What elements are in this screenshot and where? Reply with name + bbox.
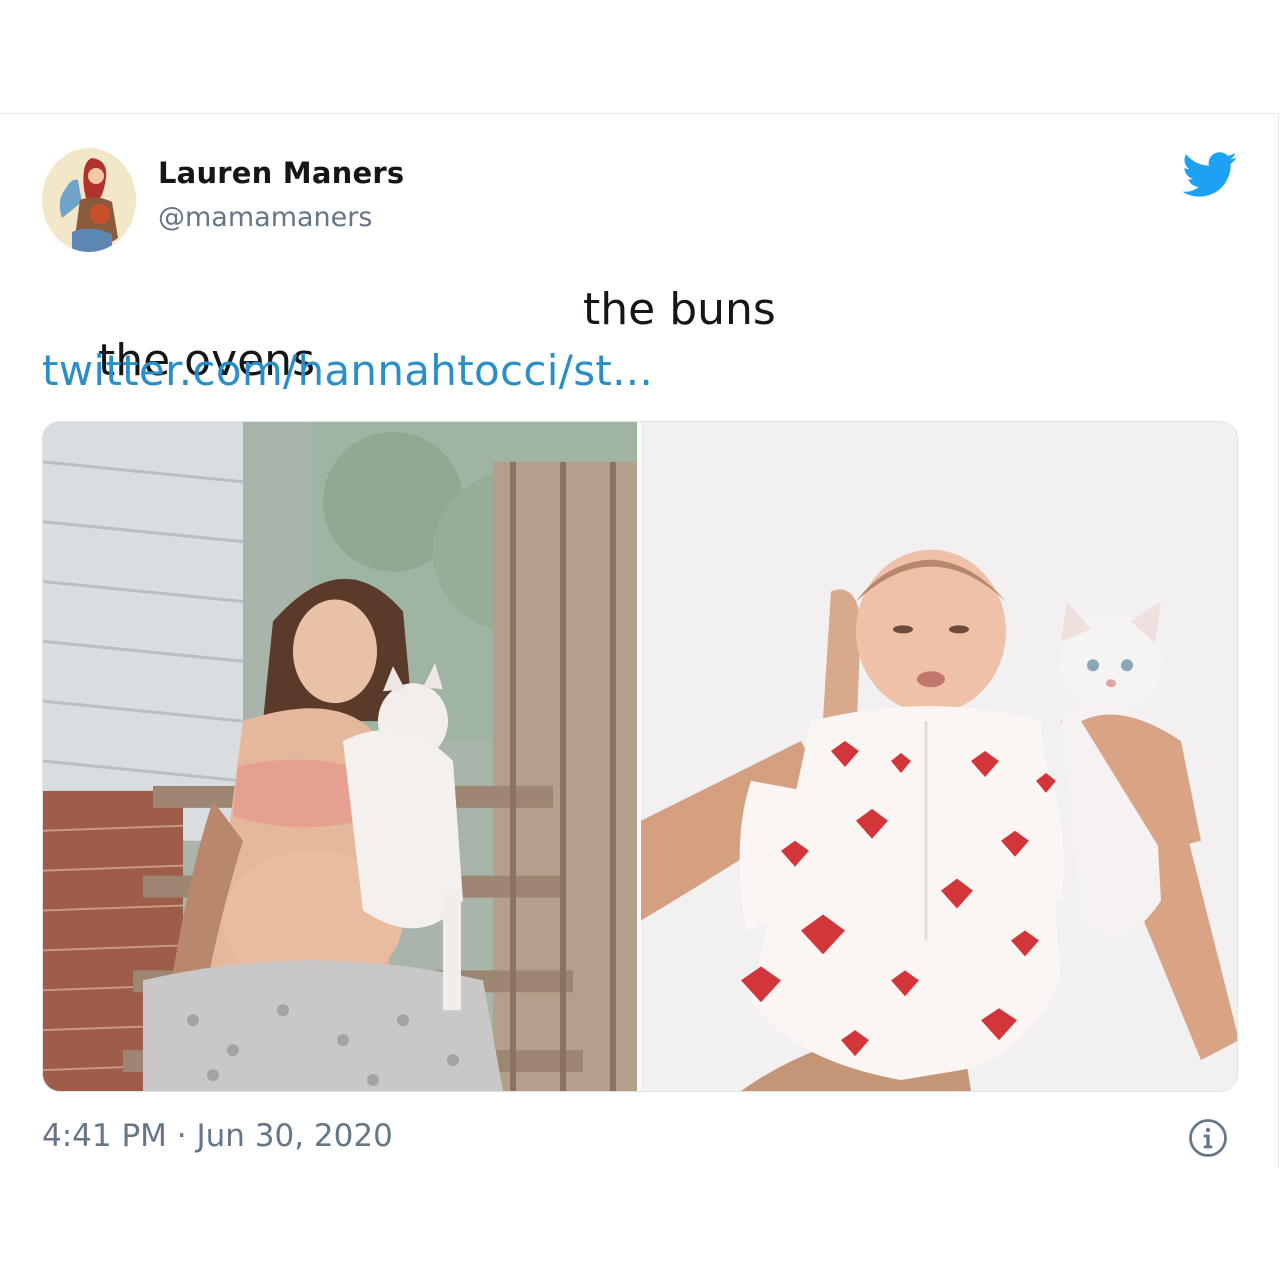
photo-pregnant-woman-with-cat[interactable] xyxy=(43,422,637,1091)
tweet-media[interactable] xyxy=(42,421,1238,1092)
quoted-tweet-link[interactable]: twitter.com/hannahtocci/st... xyxy=(42,346,653,395)
author-avatar[interactable] xyxy=(42,148,136,252)
avatar-illustration xyxy=(42,148,136,252)
twitter-bird-icon[interactable] xyxy=(1182,152,1238,198)
tweet-text-right: the buns xyxy=(583,284,776,335)
author-name[interactable]: Lauren Maners xyxy=(158,156,404,190)
photo-left-illustration xyxy=(43,422,637,1091)
tweet-card: Lauren Maners @mamamaners the ovens the … xyxy=(0,113,1279,1168)
tweet-timestamp[interactable]: 4:41 PM · Jun 30, 2020 xyxy=(42,1118,393,1154)
info-icon[interactable] xyxy=(1188,1118,1228,1158)
photo-right-illustration xyxy=(641,422,1237,1091)
photo-baby-with-kitten[interactable] xyxy=(641,422,1237,1091)
author-handle[interactable]: @mamamaners xyxy=(158,202,372,233)
